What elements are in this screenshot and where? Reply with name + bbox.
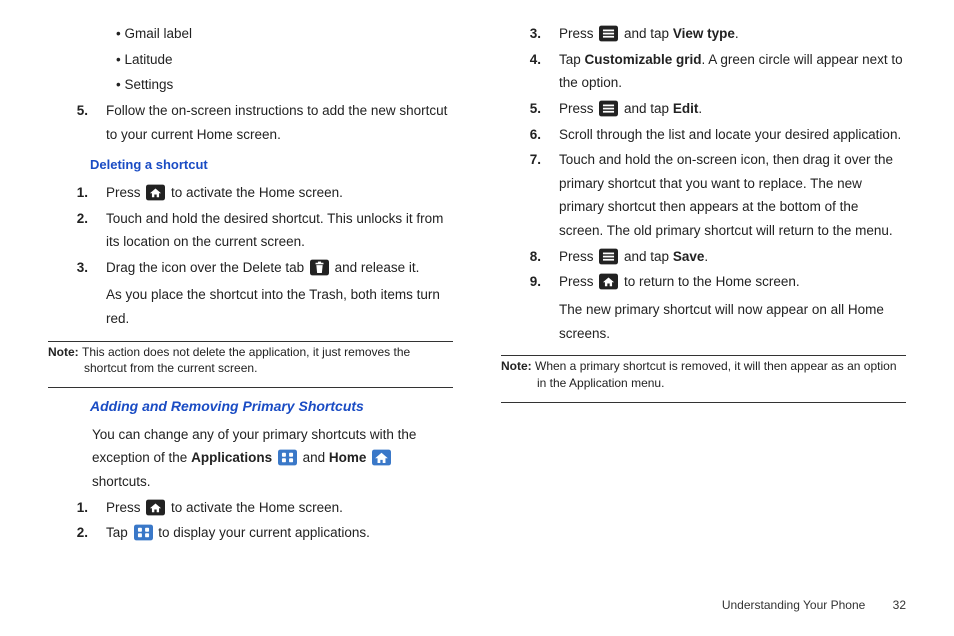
step-text: Scroll through the list and locate your … bbox=[559, 123, 906, 147]
note-divider bbox=[48, 341, 453, 342]
step-item: 9. Press to return to the Home screen. T… bbox=[501, 270, 906, 345]
step-number: 7. bbox=[501, 148, 559, 243]
right-column: 3. Press and tap View type. 4. Tap Custo… bbox=[501, 22, 906, 580]
step-number: 8. bbox=[501, 245, 559, 269]
step-item: 5. Press and tap Edit. bbox=[501, 97, 906, 121]
step-item: 2. Touch and hold the desired shortcut. … bbox=[48, 207, 453, 254]
step-item: 1. Press to activate the Home screen. bbox=[48, 496, 453, 520]
left-column: Gmail label Latitude Settings 5. Follow … bbox=[48, 22, 453, 580]
step-text: Drag the icon over the Delete tab and re… bbox=[106, 256, 453, 331]
step-item: 4. Tap Customizable grid. A green circle… bbox=[501, 48, 906, 95]
menu-key-icon bbox=[599, 100, 618, 117]
step-number: 5. bbox=[501, 97, 559, 121]
bullet-item: Gmail label bbox=[116, 22, 453, 46]
home-key-icon bbox=[599, 273, 618, 290]
applications-icon bbox=[278, 449, 297, 466]
step-item: 8. Press and tap Save. bbox=[501, 245, 906, 269]
note-text: Note: This action does not delete the ap… bbox=[48, 344, 453, 378]
step-text: Press to activate the Home screen. bbox=[106, 181, 453, 205]
step-text: Tap Customizable grid. A green circle wi… bbox=[559, 48, 906, 95]
menu-key-icon bbox=[599, 248, 618, 265]
step-text: Touch and hold the desired shortcut. Thi… bbox=[106, 207, 453, 254]
step-text: Press and tap Save. bbox=[559, 245, 906, 269]
step-number: 2. bbox=[48, 207, 106, 254]
step-text: Tap to display your current applications… bbox=[106, 521, 453, 545]
note-divider bbox=[501, 402, 906, 403]
trash-icon bbox=[310, 259, 329, 276]
step-text: Follow the on-screen instructions to add… bbox=[106, 99, 453, 146]
footer-section: Understanding Your Phone bbox=[722, 598, 865, 612]
home-app-icon bbox=[372, 449, 391, 466]
step-text: Press and tap View type. bbox=[559, 22, 906, 46]
applications-icon bbox=[134, 524, 153, 541]
home-key-icon bbox=[146, 184, 165, 201]
step-number: 1. bbox=[48, 181, 106, 205]
note-divider bbox=[48, 387, 453, 388]
step-item: 5. Follow the on-screen instructions to … bbox=[48, 99, 453, 146]
step-number: 2. bbox=[48, 521, 106, 545]
step-text: Touch and hold the on-screen icon, then … bbox=[559, 148, 906, 243]
step-number: 4. bbox=[501, 48, 559, 95]
step-item: 7. Touch and hold the on-screen icon, th… bbox=[501, 148, 906, 243]
menu-key-icon bbox=[599, 25, 618, 42]
home-key-icon bbox=[146, 499, 165, 516]
heading-deleting-shortcut: Deleting a shortcut bbox=[90, 154, 453, 177]
intro-text: You can change any of your primary short… bbox=[92, 423, 453, 494]
step-item: 3. Press and tap View type. bbox=[501, 22, 906, 46]
page-body: Gmail label Latitude Settings 5. Follow … bbox=[0, 0, 954, 596]
step-number: 3. bbox=[48, 256, 106, 331]
bullet-item: Settings bbox=[116, 73, 453, 97]
step-item: 3. Drag the icon over the Delete tab and… bbox=[48, 256, 453, 331]
step-text: Press and tap Edit. bbox=[559, 97, 906, 121]
footer-page-number: 32 bbox=[893, 598, 906, 612]
note-divider bbox=[501, 355, 906, 356]
note-text: Note: When a primary shortcut is removed… bbox=[501, 358, 906, 392]
step-text: Press to return to the Home screen. The … bbox=[559, 270, 906, 345]
step-number: 3. bbox=[501, 22, 559, 46]
heading-adding-removing: Adding and Removing Primary Shortcuts bbox=[90, 394, 453, 419]
step-number: 1. bbox=[48, 496, 106, 520]
bullet-item: Latitude bbox=[116, 48, 453, 72]
step-text: Press to activate the Home screen. bbox=[106, 496, 453, 520]
page-footer: Understanding Your Phone 32 bbox=[0, 598, 954, 612]
step-item: 6. Scroll through the list and locate yo… bbox=[501, 123, 906, 147]
step-number: 6. bbox=[501, 123, 559, 147]
step-number: 9. bbox=[501, 270, 559, 345]
step-number: 5. bbox=[48, 99, 106, 146]
step-item: 1. Press to activate the Home screen. bbox=[48, 181, 453, 205]
step-item: 2. Tap to display your current applicati… bbox=[48, 521, 453, 545]
